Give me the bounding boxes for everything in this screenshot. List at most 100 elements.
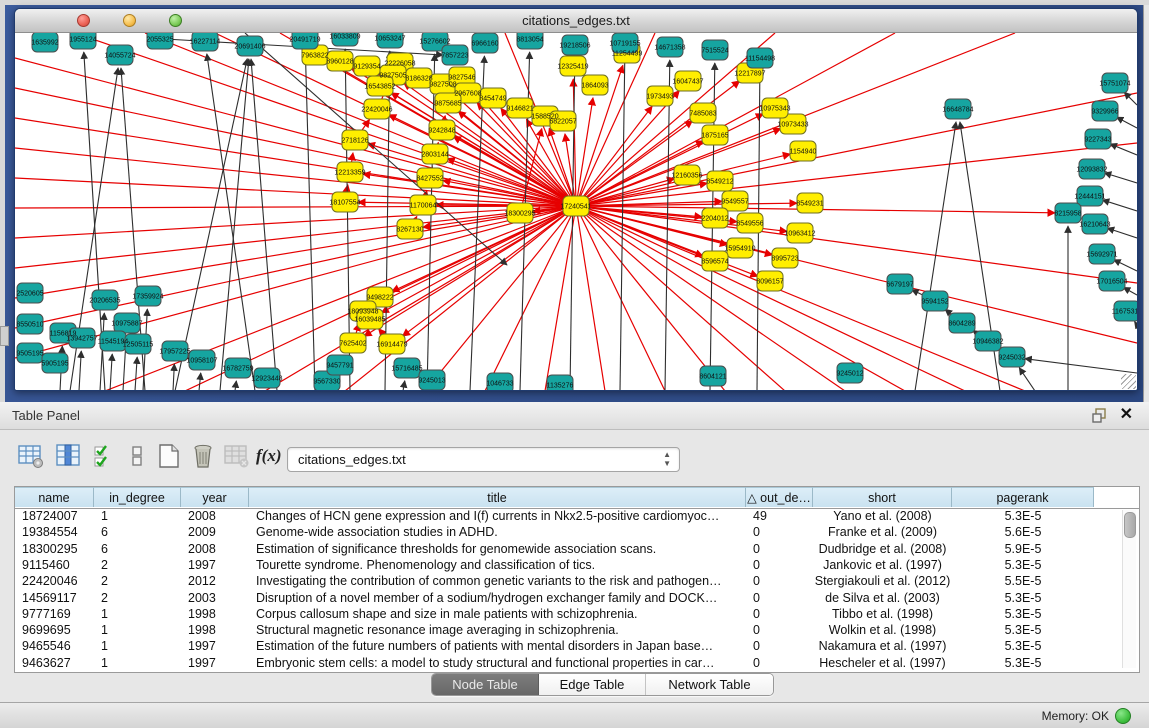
column-header-title[interactable]: title	[249, 487, 746, 507]
table-row[interactable]: 1872400712008Changes of HCN gene express…	[15, 508, 1139, 524]
column-header-in_degree[interactable]: in_degree	[94, 487, 181, 507]
table-cell: Estimation of the future numbers of pati…	[249, 638, 746, 654]
graph-node-label: 8096157	[756, 279, 783, 286]
network-canvas[interactable]: 1724054179638228960128912935422226058982…	[15, 33, 1137, 390]
column-header-out_de[interactable]: △ out_de…	[746, 487, 813, 507]
show-column-icon[interactable]	[56, 443, 82, 469]
close-panel-icon[interactable]: ✕	[1120, 405, 1133, 425]
column-header-year[interactable]: year	[181, 487, 249, 507]
graph-node-label: 1864093	[581, 83, 608, 90]
graph-node-label: 9827508	[429, 82, 456, 89]
delete-rows-trash-icon[interactable]	[190, 443, 216, 469]
graph-node-label: 1046733	[486, 381, 513, 388]
table-settings-icon[interactable]	[18, 443, 44, 469]
node-table-header[interactable]: namein_degreeyeartitle△ out_de…shortpage…	[15, 487, 1139, 509]
column-header-name[interactable]: name	[15, 487, 94, 507]
table-cell: 19384554	[15, 524, 94, 540]
table-cell: Genome-wide association studies in ADHD.	[249, 524, 746, 540]
scrollbar-thumb[interactable]	[1124, 512, 1136, 538]
table-row[interactable]: 969969511998Structural magnetic resonanc…	[15, 622, 1139, 638]
table-cell: 5.3E-5	[952, 655, 1094, 671]
graph-node-label: 9245013	[418, 378, 445, 385]
table-row[interactable]: 946554611997Estimation of the future num…	[15, 638, 1139, 654]
table-cell: 6	[94, 541, 181, 557]
table-cell: 18300295	[15, 541, 94, 557]
table-cell: Disruption of a novel member of a sodium…	[249, 590, 746, 606]
graph-node-label: 10719155	[609, 41, 640, 48]
graph-edge	[665, 60, 670, 390]
table-row[interactable]: 1456911722003Disruption of a novel membe…	[15, 590, 1139, 606]
table-cell: 1998	[181, 622, 249, 638]
table-cell: Jankovic et al. (1997)	[813, 557, 952, 573]
panel-resize-handle[interactable]	[0, 326, 9, 346]
graph-node-label: 15692971	[1086, 252, 1117, 259]
graph-node-label: 12923448	[251, 376, 282, 383]
table-cell: Hescheler et al. (1997)	[813, 655, 952, 671]
table-cell: 2009	[181, 524, 249, 540]
table-tabs-segmented-control[interactable]: Node TableEdge TableNetwork Table	[431, 673, 774, 696]
graph-edge	[15, 206, 576, 208]
graph-node-label: 2967608	[454, 91, 481, 98]
row-height-icon[interactable]	[124, 443, 150, 469]
graph-node-label: 12093832	[1076, 167, 1107, 174]
table-vertical-scrollbar[interactable]	[1122, 510, 1136, 668]
status-bar: Memory: OK	[0, 702, 1149, 728]
table-cell: 2	[94, 573, 181, 589]
table-cell: 0	[746, 590, 813, 606]
create-table-icon[interactable]	[156, 443, 182, 469]
table-row[interactable]: 977716911998Corpus callosum shape and si…	[15, 606, 1139, 622]
graph-node-label: 18300295	[504, 211, 535, 218]
table-row[interactable]: 946362711997Embryonic stem cells: a mode…	[15, 655, 1139, 671]
graph-edge	[576, 206, 965, 390]
table-cell: 9465546	[15, 638, 94, 654]
table-cell: 1	[94, 638, 181, 654]
graph-edge	[576, 206, 905, 390]
graph-node-label: 10653247	[374, 36, 405, 43]
column-header-pagerank[interactable]: pagerank	[952, 487, 1094, 507]
window-resize-grip[interactable]	[1121, 374, 1136, 389]
table-cell: 1997	[181, 557, 249, 573]
table-row[interactable]: 1830029562008Estimation of significance …	[15, 541, 1139, 557]
graph-node-label: 6679197	[886, 282, 913, 289]
graph-node-label: 16210643	[1079, 222, 1110, 229]
table-cell: 0	[746, 638, 813, 654]
table-cell: 5.3E-5	[952, 622, 1094, 638]
select-rows-icon[interactable]	[92, 443, 118, 469]
table-row[interactable]: 2242004622012Investigating the contribut…	[15, 573, 1139, 589]
graph-node-label: 8604289	[948, 321, 975, 328]
tab-node-table[interactable]: Node Table	[432, 674, 539, 695]
graph-node-label: 18093948	[347, 309, 378, 316]
citation-network-graph[interactable]: 1724054179638228960128912935422226058982…	[15, 33, 1137, 390]
graph-node-label: 11675312	[1112, 309, 1137, 316]
column-header-short[interactable]: short	[813, 487, 952, 507]
tab-network-table[interactable]: Network Table	[646, 674, 773, 695]
table-row[interactable]: 911546021997Tourette syndrome. Phenomeno…	[15, 557, 1139, 573]
graph-node-label: 9329966	[1091, 109, 1118, 116]
table-cell: 2003	[181, 590, 249, 606]
function-builder-icon[interactable]: f(x)	[256, 443, 282, 469]
table-cell: de Silva et al. (2003)	[813, 590, 952, 606]
tab-edge-table[interactable]: Edge Table	[539, 674, 646, 695]
network-window-title: citations_edges.txt	[15, 13, 1137, 28]
table-cell: Corpus callosum shape and size in male p…	[249, 606, 746, 622]
node-table-body[interactable]: 1872400712008Changes of HCN gene express…	[15, 508, 1139, 672]
graph-node-label: 8427552	[416, 176, 443, 183]
network-window-titlebar[interactable]: citations_edges.txt	[15, 9, 1137, 33]
float-panel-icon[interactable]	[1092, 408, 1107, 423]
graph-node-label: 11154498	[745, 56, 775, 63]
graph-edge	[576, 206, 725, 390]
table-cell: 6	[94, 524, 181, 540]
network-table-selector[interactable]: citations_edges.txt ▲▼	[287, 447, 680, 472]
graph-node-label: 10973433	[777, 122, 808, 129]
graph-node-label: 8549231	[796, 201, 823, 208]
graph-node-label: 12160356	[671, 173, 702, 180]
node-table[interactable]: namein_degreeyeartitle△ out_de…shortpage…	[14, 486, 1140, 673]
graph-node-label: 10975343	[759, 106, 790, 113]
graph-node-label: 9505195	[16, 351, 43, 358]
network-view-window[interactable]: citations_edges.txt 17240541796382289601…	[14, 8, 1138, 391]
table-row[interactable]: 1938455462009Genome-wide association stu…	[15, 524, 1139, 540]
graph-node-label: 15751074	[1099, 81, 1130, 88]
graph-edge	[199, 373, 201, 390]
graph-node-label: 16543852	[364, 84, 395, 91]
table-panel-header[interactable]: Table Panel ✕	[0, 402, 1149, 430]
